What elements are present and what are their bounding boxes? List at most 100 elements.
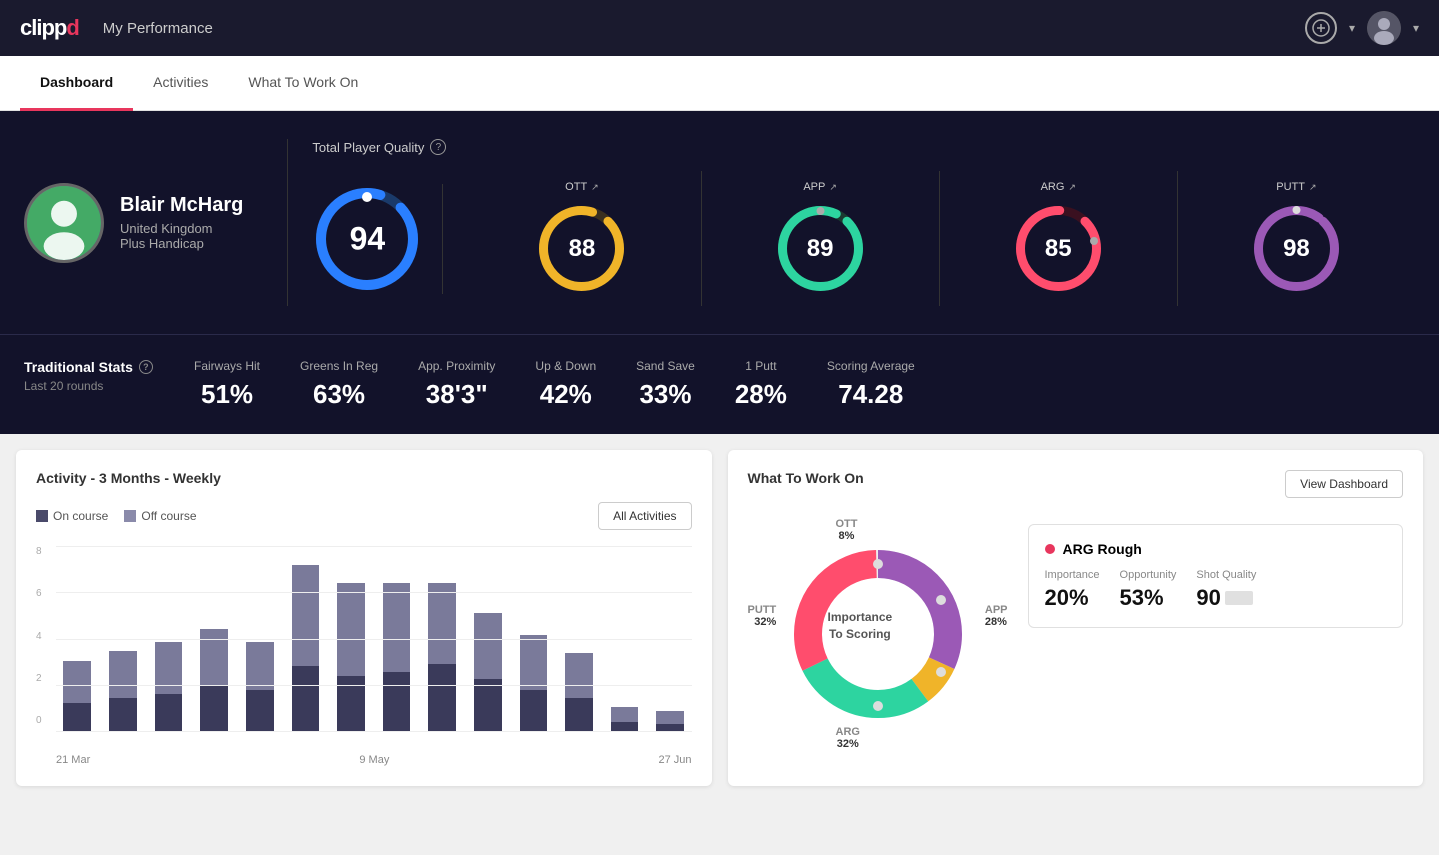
tab-bar: Dashboard Activities What To Work On bbox=[0, 56, 1439, 111]
stats-grid: Fairways Hit 51% Greens In Reg 63% App. … bbox=[194, 359, 1415, 410]
bars-container bbox=[56, 546, 692, 731]
avatar-chevron-icon: ▾ bbox=[1413, 21, 1419, 35]
arg-label: ARG ↗ bbox=[1041, 181, 1076, 193]
avatar[interactable] bbox=[1367, 11, 1401, 45]
stats-label-section: Traditional Stats ? Last 20 rounds bbox=[24, 359, 154, 393]
arg-ring-item: ARG ↗ 85 bbox=[940, 171, 1178, 306]
nav-left: clippd My Performance bbox=[20, 15, 213, 41]
bar-chart: 8 6 4 2 0 bbox=[36, 546, 692, 766]
arg-segment-label: ARG 32% bbox=[836, 726, 860, 750]
y-label-6: 6 bbox=[36, 588, 54, 599]
bar-2 bbox=[102, 546, 145, 731]
player-handicap: Plus Handicap bbox=[120, 236, 243, 251]
bar-13 bbox=[603, 546, 646, 731]
bar-11 bbox=[512, 546, 555, 731]
view-dashboard-button[interactable]: View Dashboard bbox=[1285, 470, 1403, 498]
stats-help-icon[interactable]: ? bbox=[139, 360, 153, 374]
stats-subtitle: Last 20 rounds bbox=[24, 379, 154, 393]
app-segment-label: APP 28% bbox=[985, 604, 1008, 628]
stat-proximity: App. Proximity 38'3" bbox=[418, 359, 495, 410]
putt-segment-label: PUTT 32% bbox=[748, 604, 777, 628]
what-to-work-on-panel: What To Work On View Dashboard bbox=[728, 450, 1424, 786]
ott-label: OTT ↗ bbox=[565, 181, 599, 193]
tab-what-to-work-on[interactable]: What To Work On bbox=[228, 56, 378, 111]
chart-legend: On course Off course All Activities bbox=[36, 502, 692, 530]
y-label-2: 2 bbox=[36, 673, 54, 684]
donut-center-text: Importance To Scoring bbox=[828, 609, 893, 643]
bar-5 bbox=[238, 546, 281, 731]
putt-ring-item: PUTT ↗ 98 bbox=[1178, 171, 1415, 306]
activity-chart-panel: Activity - 3 Months - Weekly On course O… bbox=[16, 450, 712, 786]
arg-arrow-icon: ↗ bbox=[1068, 182, 1076, 193]
metric-shot-quality: Shot Quality 90 bbox=[1196, 569, 1256, 611]
x-label-mar: 21 Mar bbox=[56, 754, 90, 766]
x-label-jun: 27 Jun bbox=[658, 754, 691, 766]
app-arrow-icon: ↗ bbox=[829, 182, 837, 193]
ott-arrow-icon: ↗ bbox=[591, 182, 599, 193]
stat-fairways: Fairways Hit 51% bbox=[194, 359, 260, 410]
metric-importance: Importance 20% bbox=[1045, 569, 1100, 611]
app-score: 89 bbox=[807, 235, 834, 263]
top-navigation: clippd My Performance ▾ ▾ bbox=[0, 0, 1439, 56]
putt-label: PUTT ↗ bbox=[1276, 181, 1316, 193]
chart-title: Activity - 3 Months - Weekly bbox=[36, 470, 221, 486]
bar-4 bbox=[193, 546, 236, 731]
bar-9 bbox=[421, 546, 464, 731]
wtw-header: What To Work On View Dashboard bbox=[748, 470, 1404, 498]
oncourse-dot bbox=[36, 510, 48, 522]
chevron-down-icon: ▾ bbox=[1349, 21, 1355, 35]
player-info: Blair McHarg United Kingdom Plus Handica… bbox=[120, 194, 243, 251]
stat-updown: Up & Down 42% bbox=[535, 359, 596, 410]
player-avatar bbox=[24, 183, 104, 263]
score-rings-container: 94 OTT ↗ bbox=[312, 171, 1415, 306]
bar-12 bbox=[558, 546, 601, 731]
legend-oncourse: On course bbox=[36, 509, 108, 523]
x-axis: 21 Mar 9 May 27 Jun bbox=[56, 754, 692, 766]
dot-indicator bbox=[1045, 544, 1055, 554]
page-title: My Performance bbox=[103, 20, 213, 37]
wtw-content: Importance To Scoring OTT 8% APP 28% ARG… bbox=[748, 514, 1404, 754]
tpq-ring: 94 bbox=[312, 184, 443, 294]
help-icon[interactable]: ? bbox=[430, 139, 446, 155]
donut-chart: Importance To Scoring OTT 8% APP 28% ARG… bbox=[748, 514, 1008, 754]
wtw-title: What To Work On bbox=[748, 470, 864, 486]
y-axis: 8 6 4 2 0 bbox=[36, 546, 54, 726]
info-card-wrapper: ARG Rough Importance 20% Opportunity 53%… bbox=[1028, 514, 1404, 754]
y-label-8: 8 bbox=[36, 546, 54, 557]
bar-6 bbox=[284, 546, 327, 731]
card-metrics: Importance 20% Opportunity 53% Shot Qual… bbox=[1045, 569, 1387, 611]
bar-7 bbox=[330, 546, 373, 731]
stat-scoring: Scoring Average 74.28 bbox=[827, 359, 915, 410]
stat-sandsave: Sand Save 33% bbox=[636, 359, 695, 410]
tab-dashboard[interactable]: Dashboard bbox=[20, 56, 133, 111]
ott-segment-label: OTT 8% bbox=[836, 518, 858, 542]
all-activities-button[interactable]: All Activities bbox=[598, 502, 691, 530]
x-label-may: 9 May bbox=[359, 754, 389, 766]
hero-section: Blair McHarg United Kingdom Plus Handica… bbox=[0, 111, 1439, 334]
putt-score: 98 bbox=[1283, 235, 1310, 263]
bar-3 bbox=[147, 546, 190, 731]
add-button[interactable] bbox=[1305, 12, 1337, 44]
app-ring-item: APP ↗ 89 bbox=[702, 171, 940, 306]
player-section: Blair McHarg United Kingdom Plus Handica… bbox=[24, 183, 263, 263]
app-label: APP ↗ bbox=[803, 181, 837, 193]
tpq-score: 94 bbox=[350, 220, 386, 257]
tpq-label: Total Player Quality ? bbox=[312, 139, 1415, 155]
shot-quality-badge bbox=[1225, 591, 1253, 605]
logo: clippd bbox=[20, 15, 79, 41]
stats-title: Traditional Stats ? bbox=[24, 359, 154, 375]
nav-right: ▾ ▾ bbox=[1305, 11, 1419, 45]
bar-14 bbox=[649, 546, 692, 731]
tpq-section: Total Player Quality ? 94 bbox=[287, 139, 1415, 306]
bar-8 bbox=[375, 546, 418, 731]
bar-10 bbox=[466, 546, 509, 731]
metric-opportunity: Opportunity 53% bbox=[1120, 569, 1177, 611]
ott-score: 88 bbox=[569, 235, 596, 263]
tab-activities[interactable]: Activities bbox=[133, 56, 228, 111]
bar-1 bbox=[56, 546, 99, 731]
y-label-0: 0 bbox=[36, 715, 54, 726]
traditional-stats-bar: Traditional Stats ? Last 20 rounds Fairw… bbox=[0, 334, 1439, 434]
putt-arrow-icon: ↗ bbox=[1309, 182, 1317, 193]
bottom-panels: Activity - 3 Months - Weekly On course O… bbox=[0, 434, 1439, 802]
arg-score: 85 bbox=[1045, 235, 1072, 263]
